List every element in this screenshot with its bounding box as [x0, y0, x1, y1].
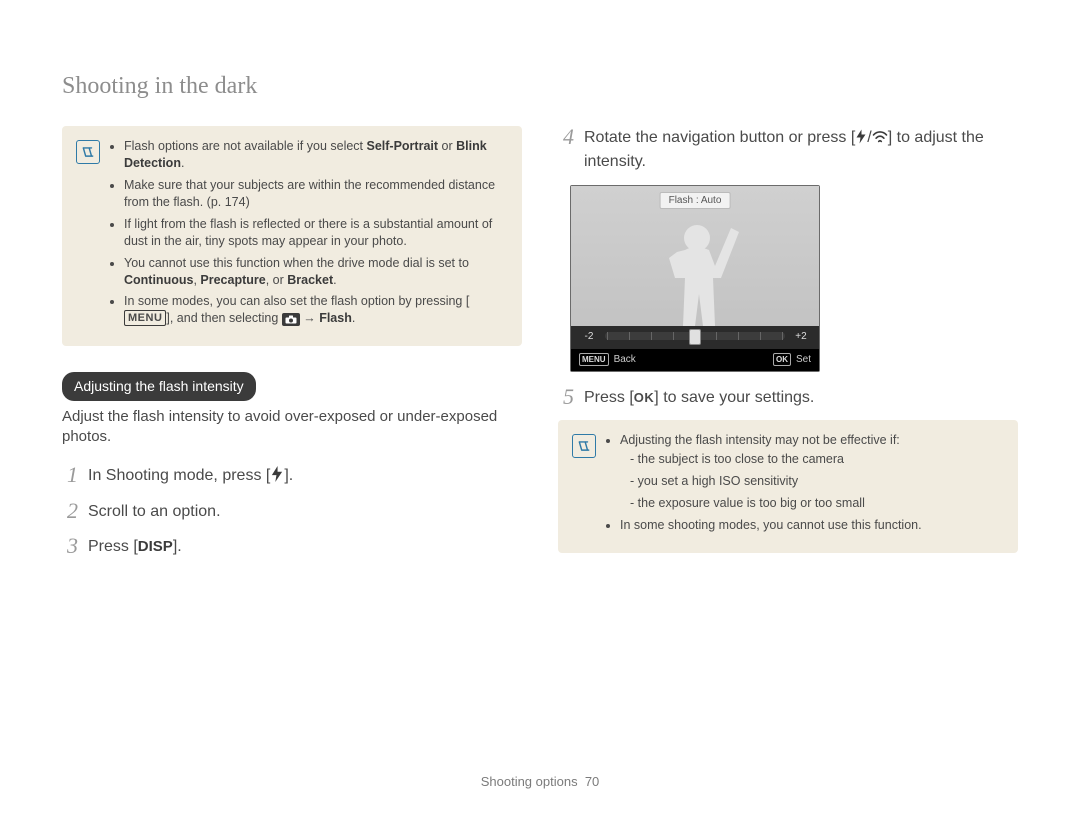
- text: You cannot use this function when the dr…: [124, 256, 469, 270]
- text: Rotate the navigation button or press [: [584, 129, 855, 146]
- back-hint: MENU Back: [579, 353, 636, 367]
- ok-key-badge: OK: [773, 353, 791, 366]
- step-text: Press [DISP].: [88, 535, 522, 558]
- camera-display: Flash : Auto -2 +2: [570, 185, 820, 372]
- flash-icon: [270, 466, 284, 489]
- note-list: Adjusting the flash intensity may not be…: [606, 432, 922, 538]
- bold-text: Precapture: [200, 273, 265, 287]
- steps-list-right: 4 Rotate the navigation button or press …: [558, 126, 1018, 172]
- step-number: 1: [62, 464, 78, 486]
- menu-badge: MENU: [124, 310, 166, 326]
- step-text: Press [OK] to save your settings.: [584, 386, 1018, 409]
- left-column: Flash options are not available if you s…: [62, 126, 522, 569]
- text: Make sure that your subjects are within …: [124, 178, 495, 209]
- note-item: Flash options are not available if you s…: [124, 138, 508, 172]
- step-item: 3 Press [DISP].: [62, 535, 522, 558]
- step-item: 4 Rotate the navigation button or press …: [558, 126, 1018, 172]
- note-item: If light from the flash is reflected or …: [124, 216, 508, 250]
- slider-thumb[interactable]: [689, 329, 701, 345]
- note-item: In some modes, you can also set the flas…: [124, 293, 508, 327]
- step-number: 5: [558, 386, 574, 408]
- subject-silhouette: [635, 208, 755, 326]
- note-icon: [572, 434, 596, 458]
- flash-icon: [855, 129, 867, 151]
- text: In Shooting mode, press [: [88, 467, 270, 484]
- step-text: Scroll to an option.: [88, 500, 522, 523]
- page-title: Shooting in the dark: [62, 70, 1018, 102]
- text: Press [: [88, 538, 138, 555]
- text: ], and then selecting: [166, 311, 281, 325]
- step-number: 4: [558, 126, 574, 148]
- text: If light from the flash is reflected or …: [124, 217, 492, 248]
- note-subitem: the exposure value is too big or too sma…: [630, 495, 922, 512]
- step-item: 2 Scroll to an option.: [62, 500, 522, 523]
- camera-footer: MENU Back OK Set: [571, 349, 819, 371]
- step-number: 2: [62, 500, 78, 522]
- note-box: Adjusting the flash intensity may not be…: [558, 420, 1018, 552]
- flash-mode-label: Flash : Auto: [660, 192, 731, 210]
- footer-section: Shooting options: [481, 774, 578, 789]
- step-item: 1 In Shooting mode, press [].: [62, 464, 522, 489]
- slider-min-label: -2: [579, 330, 599, 344]
- camera-icon: [282, 313, 300, 326]
- slider-max-label: +2: [791, 330, 811, 344]
- right-column: 4 Rotate the navigation button or press …: [558, 126, 1018, 569]
- page-footer: Shooting options 70: [0, 773, 1080, 791]
- note-icon: [76, 140, 100, 164]
- text: ].: [173, 538, 182, 555]
- step-text: In Shooting mode, press [].: [88, 464, 522, 489]
- bold-text: Bracket: [287, 273, 333, 287]
- text: ] to save your settings.: [654, 389, 814, 406]
- note-item: Make sure that your subjects are within …: [124, 177, 508, 211]
- text: ].: [284, 467, 293, 484]
- steps-list-left: 1 In Shooting mode, press []. 2 Scroll t…: [62, 464, 522, 558]
- note-subitem: the subject is too close to the camera: [630, 451, 922, 468]
- step-number: 3: [62, 535, 78, 557]
- note-list: Flash options are not available if you s…: [110, 138, 508, 332]
- text: Flash options are not available if you s…: [124, 139, 367, 153]
- intensity-slider[interactable]: [605, 332, 785, 340]
- bold-text: Flash: [319, 311, 352, 325]
- note-box: Flash options are not available if you s…: [62, 126, 522, 346]
- menu-key-badge: MENU: [579, 353, 609, 366]
- text: , or: [266, 273, 288, 287]
- note-item: Adjusting the flash intensity may not be…: [620, 432, 922, 512]
- bold-text: Continuous: [124, 273, 193, 287]
- step-text: Rotate the navigation button or press [/…: [584, 126, 1018, 172]
- two-column-layout: Flash options are not available if you s…: [62, 126, 1018, 569]
- note-subitem: you set a high ISO sensitivity: [630, 473, 922, 490]
- text: or: [438, 139, 456, 153]
- back-label: Back: [614, 353, 636, 367]
- set-hint: OK Set: [773, 353, 811, 367]
- footer-page-number: 70: [585, 774, 599, 789]
- camera-preview: Flash : Auto: [571, 186, 819, 326]
- section-heading-pill: Adjusting the flash intensity: [62, 372, 256, 401]
- text: Adjusting the flash intensity may not be…: [620, 433, 900, 447]
- note-item: In some shooting modes, you cannot use t…: [620, 517, 922, 534]
- section-description: Adjust the flash intensity to avoid over…: [62, 407, 522, 448]
- text: →: [300, 311, 319, 325]
- set-label: Set: [796, 353, 811, 367]
- text: .: [181, 156, 184, 170]
- text: In some modes, you can also set the flas…: [124, 294, 469, 308]
- text: .: [352, 311, 355, 325]
- intensity-slider-row: -2 +2: [571, 326, 819, 350]
- note-item: You cannot use this function when the dr…: [124, 255, 508, 289]
- disp-badge: DISP: [138, 538, 173, 555]
- bold-text: Self-Portrait: [367, 139, 439, 153]
- ok-badge: OK: [634, 389, 655, 407]
- manual-page: Shooting in the dark Flash options are n…: [0, 0, 1080, 815]
- steps-list-right-2: 5 Press [OK] to save your settings.: [558, 386, 1018, 409]
- note-sublist: the subject is too close to the camera y…: [620, 451, 922, 512]
- text: Press [: [584, 389, 634, 406]
- step-item: 5 Press [OK] to save your settings.: [558, 386, 1018, 409]
- wifi-icon: [872, 129, 888, 151]
